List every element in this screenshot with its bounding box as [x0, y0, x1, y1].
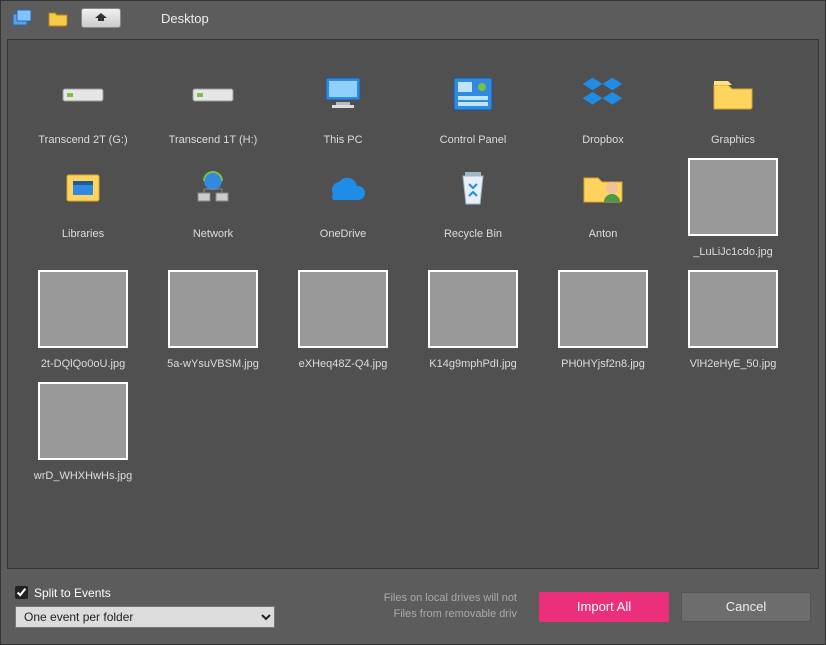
item-label: wrD_WHXHwHs.jpg [34, 470, 132, 482]
cancel-button[interactable]: Cancel [681, 592, 811, 622]
folder-item[interactable]: Graphics [668, 64, 798, 146]
folder-item[interactable]: This PC [278, 64, 408, 146]
item-label: PH0HYjsf2n8.jpg [561, 358, 645, 370]
file-grid[interactable]: Transcend 2T (G:) Transcend 1T (H:) This P… [7, 39, 819, 569]
footer: Split to Events One event per folder Fil… [1, 569, 825, 644]
pc-icon [298, 64, 388, 124]
item-label: 5a-wYsuVBSM.jpg [167, 358, 259, 370]
split-events-checkbox[interactable]: Split to Events [15, 586, 275, 600]
drive-icon [38, 64, 128, 124]
item-label: _LuLiJc1cdo.jpg [693, 246, 773, 258]
item-label: eXHeq48Z-Q4.jpg [299, 358, 388, 370]
copy-note: Files on local drives will not Files fro… [287, 591, 527, 622]
network-icon [168, 158, 258, 218]
item-label: 2t-DQlQo0oU.jpg [41, 358, 125, 370]
file-item[interactable]: wrD_WHXHwHs.jpg [18, 382, 148, 482]
folder-item[interactable]: Anton [538, 158, 668, 258]
folder-item[interactable]: Dropbox [538, 64, 668, 146]
image-thumbnail [38, 270, 128, 348]
event-mode-select[interactable]: One event per folder [15, 606, 275, 628]
image-thumbnail [688, 158, 778, 236]
location-label: Desktop [161, 11, 209, 26]
folder-item[interactable]: Transcend 1T (H:) [148, 64, 278, 146]
dropbox-icon [558, 64, 648, 124]
image-thumbnail [688, 270, 778, 348]
item-label: Transcend 2T (G:) [38, 134, 127, 146]
item-label: Network [193, 228, 233, 240]
folder-item[interactable]: Recycle Bin [408, 158, 538, 258]
recycle-icon [428, 158, 518, 218]
drive-icon [168, 64, 258, 124]
item-label: Libraries [62, 228, 104, 240]
item-label: Control Panel [440, 134, 507, 146]
file-item[interactable]: 2t-DQlQo0oU.jpg [18, 270, 148, 370]
image-thumbnail [168, 270, 258, 348]
file-browser-window: Desktop Transcend 2T (G:) Transcend 1T (H… [0, 0, 826, 645]
item-label: Transcend 1T (H:) [169, 134, 258, 146]
folder-item[interactable]: Control Panel [408, 64, 538, 146]
file-item[interactable]: 5a-wYsuVBSM.jpg [148, 270, 278, 370]
folder-item[interactable]: Network [148, 158, 278, 258]
item-label: Recycle Bin [444, 228, 502, 240]
split-events-label: Split to Events [34, 586, 111, 600]
item-label: OneDrive [320, 228, 366, 240]
onedrive-icon [298, 158, 388, 218]
import-all-button[interactable]: Import All [539, 592, 669, 622]
file-item[interactable]: eXHeq48Z-Q4.jpg [278, 270, 408, 370]
image-thumbnail [558, 270, 648, 348]
folder-shortcut-icon[interactable] [45, 7, 71, 29]
item-label: K14g9mphPdI.jpg [429, 358, 516, 370]
libraries-icon [38, 158, 128, 218]
user-icon [558, 158, 648, 218]
item-label: VlH2eHyE_50.jpg [690, 358, 777, 370]
file-item[interactable]: K14g9mphPdI.jpg [408, 270, 538, 370]
drives-icon[interactable] [9, 7, 35, 29]
folder-item[interactable]: Transcend 2T (G:) [18, 64, 148, 146]
cpl-icon [428, 64, 518, 124]
up-button[interactable] [81, 8, 121, 28]
folder-item[interactable]: OneDrive [278, 158, 408, 258]
image-thumbnail [298, 270, 388, 348]
toolbar: Desktop [1, 1, 825, 35]
image-thumbnail [428, 270, 518, 348]
file-item[interactable]: PH0HYjsf2n8.jpg [538, 270, 668, 370]
file-item[interactable]: VlH2eHyE_50.jpg [668, 270, 798, 370]
item-label: Anton [589, 228, 618, 240]
image-thumbnail [38, 382, 128, 460]
item-label: Dropbox [582, 134, 624, 146]
item-label: Graphics [711, 134, 755, 146]
folder-item[interactable]: Libraries [18, 158, 148, 258]
file-item[interactable]: _LuLiJc1cdo.jpg [668, 158, 798, 258]
item-label: This PC [323, 134, 362, 146]
folder-icon [688, 64, 778, 124]
